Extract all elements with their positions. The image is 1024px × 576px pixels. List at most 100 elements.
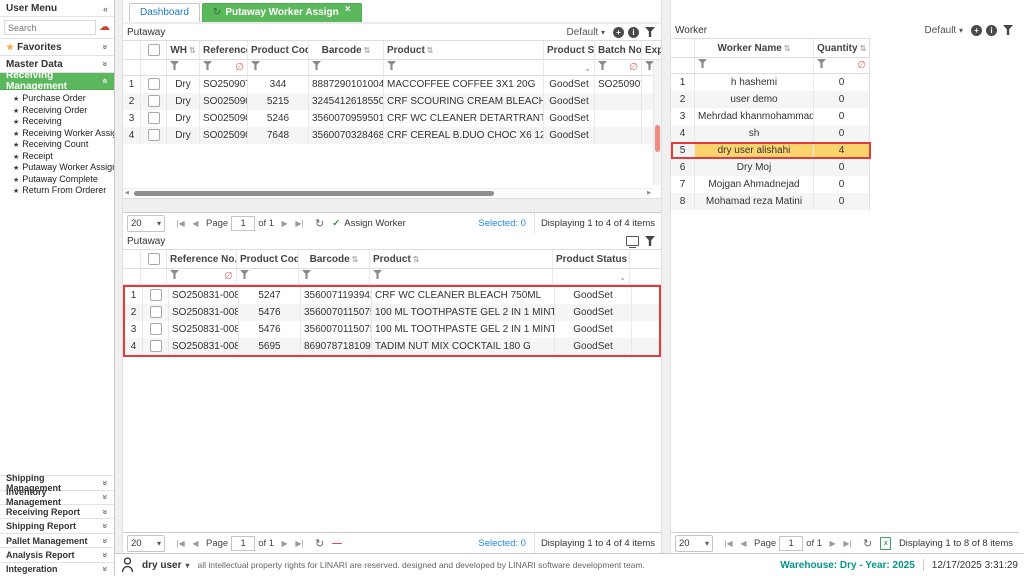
filter-icon[interactable] — [240, 270, 249, 279]
sidebar-splitter[interactable] — [115, 0, 123, 553]
selected-count[interactable]: Selected: 0 — [470, 538, 534, 549]
close-tab-icon[interactable]: × — [345, 1, 351, 19]
refresh-icon[interactable]: ↻ — [863, 537, 872, 550]
filter-icon[interactable] — [302, 270, 311, 279]
filter-toggle-icon[interactable] — [645, 27, 655, 37]
next-page-button[interactable]: ▶ — [277, 219, 292, 228]
page-number-input[interactable] — [231, 216, 255, 231]
sidebar-section-receiving-report[interactable]: Receiving Report» — [0, 504, 114, 518]
table-row[interactable]: 3 Dry SO0250903-00 5246 3560070959501 CR… — [123, 110, 661, 127]
checkbox-icon[interactable] — [148, 78, 160, 90]
first-page-button[interactable]: |◀ — [173, 539, 188, 548]
collapse-sidebar-icon[interactable]: « — [103, 4, 108, 14]
page-size-select[interactable]: 20▾ — [675, 535, 713, 552]
add-preset-icon[interactable]: + — [613, 27, 624, 38]
checkbox-icon[interactable] — [148, 44, 160, 56]
filter-icon[interactable] — [170, 61, 179, 70]
grid-preset-dropdown[interactable]: Default ▾ — [925, 25, 963, 36]
page-number-input[interactable] — [231, 536, 255, 551]
grid-preset-dropdown[interactable]: Default ▾ — [567, 27, 605, 38]
scroll-right-icon[interactable]: ▶ — [647, 189, 651, 198]
search-input[interactable] — [4, 20, 96, 35]
sidebar-section-inventory-management[interactable]: Inventory Management» — [0, 490, 114, 504]
dropdown-icon[interactable]: ⌄ — [619, 270, 626, 285]
table-row[interactable]: 2 Dry SO0250903-00 5215 3245412618550 CR… — [123, 93, 661, 110]
clear-filter-icon[interactable]: ∅ — [857, 58, 866, 73]
sidebar-section-receiving-management[interactable]: Receiving Management « — [0, 73, 114, 90]
row-checkbox[interactable] — [141, 93, 167, 110]
clear-filter-icon[interactable]: ∅ — [224, 269, 233, 284]
scroll-left-icon[interactable]: ◀ — [125, 189, 129, 198]
header-exp[interactable]: Exp — [642, 41, 661, 60]
header-quantity[interactable]: Quantity⇅ — [814, 39, 870, 58]
info-icon[interactable]: i — [986, 25, 997, 36]
checkbox-icon[interactable] — [150, 340, 162, 352]
filter-icon[interactable] — [170, 270, 179, 279]
excel-export-icon[interactable]: x — [880, 537, 891, 550]
worker-row[interactable]: 1 h hashemi 0 — [671, 74, 871, 91]
filter-icon[interactable] — [598, 61, 607, 70]
checkbox-icon[interactable] — [148, 129, 160, 141]
prev-page-button[interactable]: ◀ — [188, 539, 203, 548]
monitor-icon[interactable] — [626, 236, 639, 246]
header-barcode[interactable]: Barcode⇅ — [299, 250, 370, 269]
filter-icon[interactable] — [203, 61, 212, 70]
header-product-code[interactable]: Product Code⇅ — [237, 250, 299, 269]
header-product[interactable]: Product⇅ — [384, 41, 544, 60]
select-all-checkbox[interactable] — [141, 250, 167, 269]
first-page-button[interactable]: |◀ — [173, 219, 188, 228]
last-page-button[interactable]: ▶| — [292, 539, 307, 548]
sidebar-item-receiving[interactable]: ★Receiving — [0, 116, 114, 128]
scrollbar-thumb[interactable] — [655, 125, 660, 152]
sidebar-item-purchase-order[interactable]: ★Purchase Order — [0, 93, 114, 105]
sidebar-section-pallet-management[interactable]: Pallet Management» — [0, 533, 114, 547]
header-reference-no[interactable]: Reference No. — [200, 41, 248, 60]
worker-row[interactable]: 3 Mehrdad khanmohammadpour 0 — [671, 108, 871, 125]
worker-splitter[interactable] — [661, 0, 671, 553]
row-checkbox[interactable] — [141, 76, 167, 93]
tab-putaway-worker-assign[interactable]: ↻ Putaway Worker Assign × — [202, 3, 362, 22]
prev-page-button[interactable]: ◀ — [736, 539, 751, 548]
tab-dashboard[interactable]: Dashboard — [129, 3, 200, 22]
filter-batch-no[interactable]: ∅ — [595, 60, 642, 76]
filter-toggle-icon[interactable] — [645, 236, 655, 246]
checkbox-icon[interactable] — [148, 95, 160, 107]
first-page-button[interactable]: |◀ — [721, 539, 736, 548]
sidebar-item-putaway-worker-assign[interactable]: ★Putaway Worker Assign — [0, 162, 114, 174]
clear-filter-icon[interactable]: ∅ — [629, 60, 638, 75]
filter-icon[interactable] — [312, 61, 321, 70]
page-size-select[interactable]: 20▾ — [127, 535, 165, 552]
checkbox-icon[interactable] — [150, 289, 162, 301]
filter-barcode[interactable] — [309, 60, 384, 76]
header-wh[interactable]: WH⇅ — [167, 41, 200, 60]
worker-row[interactable]: 6 Dry Moj 0 — [671, 159, 871, 176]
checkbox-icon[interactable] — [148, 112, 160, 124]
filter-icon[interactable] — [387, 61, 396, 70]
row-checkbox[interactable] — [141, 110, 167, 127]
last-page-button[interactable]: ▶| — [840, 539, 855, 548]
checkbox-icon[interactable] — [148, 253, 160, 265]
row-checkbox[interactable] — [143, 321, 169, 338]
sidebar-section-integeration[interactable]: Integeration» — [0, 562, 114, 576]
filter-icon[interactable] — [698, 59, 707, 68]
scrollbar-thumb[interactable] — [134, 191, 494, 196]
header-product-status[interactable]: Product Status — [544, 41, 595, 60]
sidebar-item-receiving-worker-assign[interactable]: ★Receiving Worker Assign — [0, 128, 114, 140]
filter-product-code[interactable] — [248, 60, 309, 76]
table-row[interactable]: 3 SO250831-008 5476 3560070115075 100 ML… — [125, 321, 659, 338]
header-product[interactable]: Product⇅ — [370, 250, 553, 269]
worker-row[interactable]: 7 Mojgan Ahmadnejad 0 — [671, 176, 871, 193]
filter-product-status[interactable]: ⌄ — [544, 60, 595, 76]
select-all-checkbox[interactable] — [141, 41, 167, 60]
filter-quantity[interactable]: ∅ — [814, 58, 870, 74]
header-product-code[interactable]: Product Code⇅ — [248, 41, 309, 60]
header-reference-no[interactable]: Reference No.⇅ — [167, 250, 237, 269]
filter-toggle-icon[interactable] — [1003, 25, 1013, 35]
worker-row[interactable]: 2 user demo 0 — [671, 91, 871, 108]
horizontal-scrollbar[interactable]: ◀ ▶ — [123, 188, 653, 198]
table-row[interactable]: 4 Dry SO0250903-00 7648 3560070328468 CR… — [123, 127, 661, 144]
clear-filter-icon[interactable]: ∅ — [235, 60, 244, 75]
filter-product[interactable] — [384, 60, 544, 76]
worker-row-selected[interactable]: 5 dry user alishahi 4 — [671, 142, 871, 159]
next-page-button[interactable]: ▶ — [825, 539, 840, 548]
